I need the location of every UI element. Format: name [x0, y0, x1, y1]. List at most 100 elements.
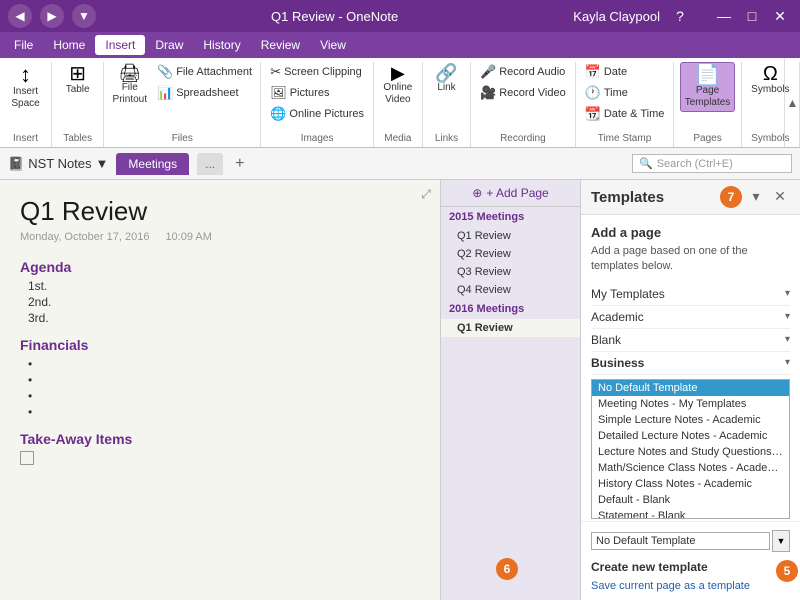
forward-button[interactable]: ▶ [40, 4, 64, 28]
online-video-button[interactable]: ▶ OnlineVideo [379, 62, 416, 108]
record-audio-button[interactable]: 🎤 Record Audio [476, 62, 570, 82]
section-2015-meetings[interactable]: 2015 Meetings [441, 207, 580, 227]
restore-button[interactable]: □ [740, 6, 764, 26]
menu-draw[interactable]: Draw [145, 35, 193, 55]
page-q3-2015[interactable]: Q3 Review [441, 263, 580, 281]
printout-label: FilePrintout [113, 82, 147, 106]
badge-5: 5 [776, 560, 798, 582]
file-attachment-button[interactable]: 📎 File Attachment [153, 62, 256, 82]
search-box[interactable]: 🔍 Search (Ctrl+E) [632, 154, 792, 173]
ribbon-group-tables: ⊞ Table Tables [52, 62, 104, 147]
section-2016-meetings[interactable]: 2016 Meetings [441, 299, 580, 319]
close-button[interactable]: ✕ [768, 6, 792, 26]
note-expand-button[interactable]: ⤢ [416, 184, 436, 204]
template-select-arrow[interactable]: ▼ [772, 530, 790, 552]
online-pictures-button[interactable]: 🌐 Online Pictures [266, 104, 368, 124]
templates-add-title: Add a page [591, 225, 790, 240]
menu-file[interactable]: File [4, 35, 43, 55]
minimize-button[interactable]: — [712, 6, 736, 26]
window-controls: — □ ✕ [712, 6, 792, 26]
templates-body: Add a page Add a page based on one of th… [581, 215, 800, 521]
category-business[interactable]: Business ▾ [591, 352, 790, 375]
microphone-icon: 🎤 [480, 64, 496, 80]
note-area: ⤢ Q1 Review Monday, October 17, 2016 10:… [0, 180, 440, 600]
badge-7: 7 [720, 186, 742, 208]
record-video-label: Record Video [499, 87, 565, 99]
ribbon-group-media: ▶ OnlineVideo Media [374, 62, 423, 147]
ribbon-links-label: Links [435, 131, 458, 147]
business-label: Business [591, 356, 644, 370]
template-item-1[interactable]: Meeting Notes - My Templates [592, 396, 789, 412]
printout-icon: 🖨 [118, 64, 141, 82]
template-item-7[interactable]: Default - Blank [592, 492, 789, 508]
menu-view[interactable]: View [310, 35, 356, 55]
menu-history[interactable]: History [193, 35, 250, 55]
templates-badge-container: 7 [720, 186, 742, 208]
notebook-name[interactable]: 📓 NST Notes ▼ [8, 156, 108, 172]
save-template-link[interactable]: Save current page as a template [591, 580, 750, 592]
pictures-label: Pictures [290, 87, 330, 99]
page-q1-2015[interactable]: Q1 Review [441, 227, 580, 245]
date-icon: 📅 [585, 64, 601, 80]
template-item-6[interactable]: History Class Notes - Academic [592, 476, 789, 492]
menu-home[interactable]: Home [43, 35, 95, 55]
quick-access-button[interactable]: ▼ [72, 4, 96, 28]
template-item-5[interactable]: Math/Science Class Notes - Academic [592, 460, 789, 476]
badge-6: 6 [496, 558, 518, 580]
record-video-button[interactable]: 🎥 Record Video [476, 83, 570, 103]
page-templates-icon: 📄 [695, 65, 720, 85]
menu-review[interactable]: Review [251, 35, 310, 55]
note-checkbox[interactable] [20, 451, 34, 465]
online-pictures-label: Online Pictures [289, 108, 364, 120]
template-item-8[interactable]: Statement - Blank [592, 508, 789, 519]
add-tab-button[interactable]: + [231, 155, 248, 173]
title-bar: ◀ ▶ ▼ Q1 Review - OneNote Kayla Claypool… [0, 0, 800, 32]
page-templates-label: PageTemplates [685, 85, 731, 109]
note-time-value: 10:09 AM [165, 231, 211, 243]
template-item-2[interactable]: Simple Lecture Notes - Academic [592, 412, 789, 428]
tab-meetings[interactable]: Meetings [116, 153, 189, 175]
main-area: ⤢ Q1 Review Monday, October 17, 2016 10:… [0, 180, 800, 600]
template-item-3[interactable]: Detailed Lecture Notes - Academic [592, 428, 789, 444]
page-q2-2015[interactable]: Q2 Review [441, 245, 580, 263]
search-icon: 🔍 [639, 157, 653, 170]
academic-label: Academic [591, 310, 644, 324]
file-printout-button[interactable]: 🖨 FilePrintout [109, 62, 151, 108]
date-time-button[interactable]: 📆 Date & Time [581, 104, 669, 124]
category-my-templates[interactable]: My Templates ▾ [591, 283, 790, 306]
templates-close-button[interactable]: ✕ [770, 186, 790, 206]
agenda-item-1: 1st. [28, 279, 420, 293]
category-academic[interactable]: Academic ▾ [591, 306, 790, 329]
link-label: Link [437, 82, 455, 94]
add-page-icon: ⊕ [472, 186, 482, 200]
category-blank[interactable]: Blank ▾ [591, 329, 790, 352]
screen-clipping-label: Screen Clipping [284, 66, 362, 78]
template-item-4[interactable]: Lecture Notes and Study Questions - Ac [592, 444, 789, 460]
template-listbox[interactable]: No Default Template Meeting Notes - My T… [591, 379, 790, 519]
spreadsheet-button[interactable]: 📊 Spreadsheet [153, 83, 256, 103]
time-button[interactable]: 🕐 Time [581, 83, 669, 103]
table-button[interactable]: ⊞ Table [58, 62, 98, 98]
link-button[interactable]: 🔗 Link [429, 62, 465, 96]
help-button[interactable]: ? [668, 6, 692, 26]
ribbon-collapse-button[interactable]: ▲ [784, 58, 800, 147]
insert-space-button[interactable]: ↕ InsertSpace [6, 62, 46, 112]
date-button[interactable]: 📅 Date [581, 62, 669, 82]
financial-item-1: • [28, 357, 420, 371]
link-icon: 🔗 [435, 64, 457, 82]
agenda-item-3: 3rd. [28, 311, 420, 325]
add-page-button[interactable]: ⊕ + Add Page [441, 180, 580, 207]
page-templates-button[interactable]: 📄 PageTemplates [680, 62, 736, 112]
page-q4-2015[interactable]: Q4 Review [441, 281, 580, 299]
back-button[interactable]: ◀ [8, 4, 32, 28]
templates-collapse-button[interactable]: ▾ [746, 186, 766, 206]
menu-insert[interactable]: Insert [95, 35, 145, 55]
template-select-box[interactable]: No Default Template [591, 532, 770, 550]
screen-clipping-button[interactable]: ✂ Screen Clipping [266, 62, 368, 82]
page-q1-2016[interactable]: Q1 Review [441, 319, 580, 337]
tab-more[interactable]: ... [197, 153, 223, 175]
pictures-button[interactable]: 🖼 Pictures [266, 83, 368, 103]
ribbon-pages-content: 📄 PageTemplates [680, 62, 736, 131]
date-label: Date [604, 66, 627, 78]
template-item-0[interactable]: No Default Template [592, 380, 789, 396]
